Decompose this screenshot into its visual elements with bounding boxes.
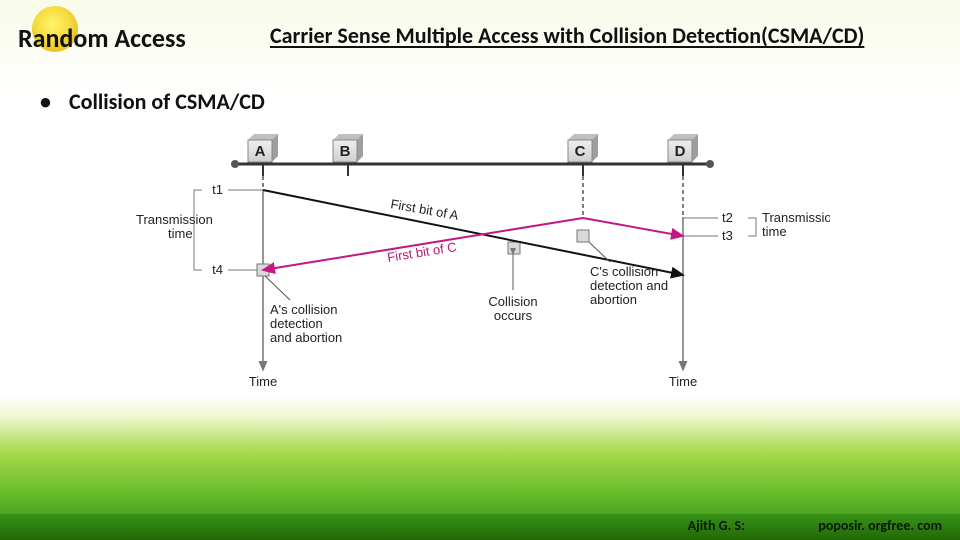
first-bit-c-label: First bit of C [386, 239, 458, 265]
node-b-label: B [340, 143, 351, 160]
page-title: Random Access [18, 22, 186, 54]
footer-author: Ajith G. S: [688, 517, 745, 534]
csma-cd-diagram: A B C [130, 130, 830, 390]
node-d: D [668, 134, 698, 176]
bullet-text: Collision of CSMA/CD [69, 88, 265, 115]
slide: Random Access Carrier Sense Multiple Acc… [0, 0, 960, 540]
bullet-dot-icon: • [40, 88, 51, 115]
footer-site: poposir. orgfree. com [818, 517, 942, 534]
t1-label: t1 [212, 182, 223, 197]
node-c-label: C [575, 143, 586, 160]
trans-time-left: Transmissiontime [136, 212, 213, 241]
grass-decoration [0, 395, 960, 540]
t2-label: t2 [722, 210, 733, 225]
node-a: A [248, 134, 278, 176]
collision-label: Collisionoccurs [488, 294, 537, 323]
node-d-label: D [675, 143, 686, 160]
c-abort-label: C's collisiondetection andabortion [590, 264, 668, 307]
node-b: B [333, 134, 363, 176]
a-abort-label: A's collisiondetectionand abortion [270, 302, 342, 345]
bullet-item: • Collision of CSMA/CD [40, 88, 265, 115]
diagram-svg: A B C [130, 130, 830, 390]
node-c: C [568, 134, 598, 176]
node-a-label: A [255, 143, 266, 160]
first-bit-a-label: First bit of A [389, 196, 460, 223]
page-subtitle: Carrier Sense Multiple Access with Colli… [270, 22, 864, 49]
time-right-label: Time [669, 374, 697, 389]
time-left-label: Time [249, 374, 277, 389]
t4-label: t4 [212, 262, 223, 277]
trans-time-right: Transmissiontime [762, 210, 830, 239]
t3-label: t3 [722, 228, 733, 243]
